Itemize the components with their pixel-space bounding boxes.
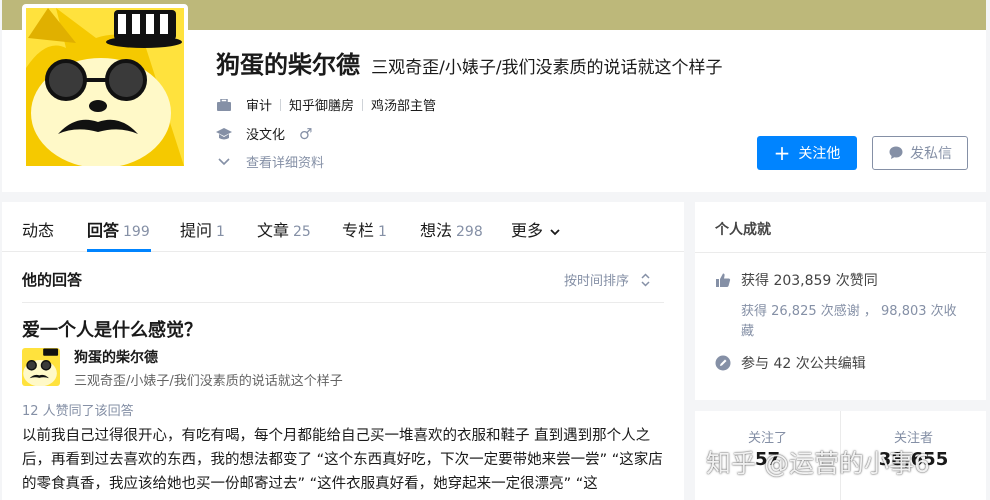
section-title: 他的回答 xyxy=(22,271,83,289)
employment-line: 审计 知乎御膳房 鸡汤部主管 xyxy=(216,95,436,114)
active-tab-indicator xyxy=(87,249,151,252)
view-details-link[interactable]: 查看详细资料 xyxy=(246,152,324,171)
profile-header: 狗蛋的柴尔德 三观奇歪/小婊子/我们没素质的说话就这个样子 审计 知乎御膳房 鸡… xyxy=(2,0,986,192)
author-name[interactable]: 狗蛋的柴尔德 xyxy=(74,347,158,367)
tab-label: 专栏 xyxy=(342,221,375,240)
tab-count: 1 xyxy=(216,224,225,240)
chevron-down-icon xyxy=(216,154,232,170)
graduation-cap-icon xyxy=(216,126,232,142)
avatar[interactable] xyxy=(22,4,188,170)
tab-activity[interactable]: 动态 xyxy=(22,217,54,241)
edits-text: 参与 42 次公共编辑 xyxy=(741,356,866,372)
detail-line: 查看详细资料 xyxy=(216,152,324,171)
likes-row: 获得 203,859 次赞同 xyxy=(715,270,878,290)
tab-thoughts[interactable]: 想法 298 xyxy=(420,217,483,241)
plus-icon: + xyxy=(773,141,791,165)
likes-text: 获得 203,859 次赞同 xyxy=(741,273,878,289)
name-row: 狗蛋的柴尔德 三观奇歪/小婊子/我们没素质的说话就这个样子 xyxy=(216,45,723,80)
divider xyxy=(280,98,282,111)
divider xyxy=(22,302,664,303)
achievements-card: 个人成就 获得 203,859 次赞同 获得 26,825 次感谢 ， 98,8… xyxy=(695,202,986,400)
watermark: 知乎 @运营的小事6 xyxy=(706,449,930,478)
company-text: 知乎御膳房 xyxy=(289,99,355,114)
tab-label: 提问 xyxy=(180,221,213,240)
chevron-down-icon xyxy=(550,229,560,236)
tab-questions[interactable]: 提问 1 xyxy=(180,217,225,241)
profile-name: 狗蛋的柴尔德 xyxy=(216,51,360,79)
position-text: 鸡汤部主管 xyxy=(371,99,437,114)
tab-count: 199 xyxy=(123,224,150,240)
education-line: 没文化 ♂ xyxy=(216,124,312,143)
author-headline: 三观奇歪/小婊子/我们没素质的说话就这个样子 xyxy=(74,374,343,389)
education-text: 没文化 xyxy=(246,128,286,143)
tab-label: 想法 xyxy=(420,221,453,240)
achievements-title: 个人成就 xyxy=(715,222,771,238)
doge-avatar-icon xyxy=(22,348,60,386)
tab-label: 回答 xyxy=(87,221,120,240)
follow-button[interactable]: + 关注他 xyxy=(757,136,857,170)
tab-articles[interactable]: 文章 25 xyxy=(257,217,311,241)
vote-count: 12 人赞同了该回答 xyxy=(22,404,134,419)
tab-count: 1 xyxy=(378,224,387,240)
message-button[interactable]: 发私信 xyxy=(872,136,968,170)
profile-tabs: 动态 回答 199 提问 1 文章 25 专栏 1 想法 298 更多 xyxy=(2,202,684,252)
briefcase-icon xyxy=(216,97,232,113)
message-button-label: 发私信 xyxy=(910,146,952,162)
tab-columns[interactable]: 专栏 1 xyxy=(342,217,387,241)
tab-more[interactable]: 更多 xyxy=(511,217,560,241)
chat-bubble-icon xyxy=(889,146,903,159)
answer-excerpt[interactable]: 以前我自己过得很开心，有吃有喝，每个月都能给自己买一堆喜欢的衣服和鞋子 直到遇到… xyxy=(22,424,670,496)
sort-toggle[interactable]: 按时间排序 xyxy=(564,270,650,289)
sort-label: 按时间排序 xyxy=(564,274,630,289)
divider xyxy=(362,98,364,111)
tab-answers[interactable]: 回答 199 xyxy=(87,217,150,241)
edit-pencil-icon xyxy=(715,355,731,371)
main-content: 动态 回答 199 提问 1 文章 25 专栏 1 想法 298 更多 他的回答 按时间排… xyxy=(2,202,684,500)
tab-count: 25 xyxy=(293,224,311,240)
tab-label: 文章 xyxy=(257,221,290,240)
edits-row: 参与 42 次公共编辑 xyxy=(715,353,866,373)
question-title[interactable]: 爱一个人是什么感觉？ xyxy=(22,316,202,342)
tab-count: 298 xyxy=(456,224,483,240)
thanks-collects-text: 获得 26,825 次感谢 ， 98,803 次收藏 xyxy=(741,304,957,339)
tab-label: 动态 xyxy=(22,221,55,240)
author-avatar[interactable] xyxy=(22,348,60,386)
profile-headline: 三观奇歪/小婊子/我们没素质的说话就这个样子 xyxy=(371,58,723,78)
follow-button-label: 关注他 xyxy=(798,146,841,162)
industry-text: 审计 xyxy=(246,99,273,114)
thumbs-up-icon xyxy=(715,272,731,288)
tab-label: 更多 xyxy=(511,221,544,240)
doge-avatar-icon xyxy=(26,8,184,166)
male-gender-icon: ♂ xyxy=(299,124,313,143)
sort-icon xyxy=(641,272,650,287)
divider xyxy=(695,252,986,253)
